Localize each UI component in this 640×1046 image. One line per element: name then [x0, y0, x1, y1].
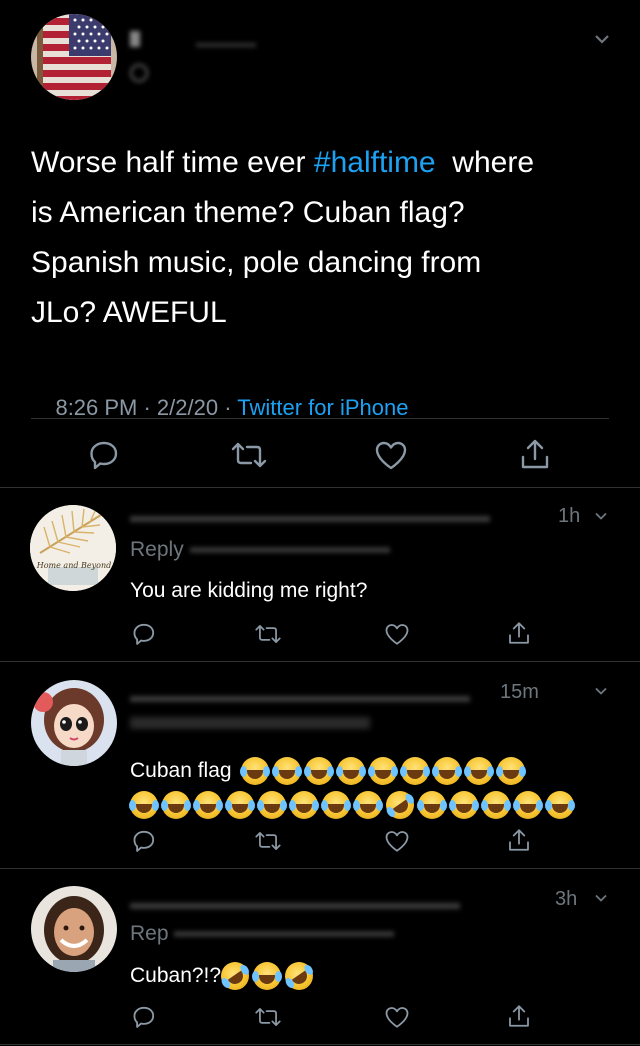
divider: [0, 868, 640, 869]
doll-avatar-image: [31, 680, 117, 766]
reply-time: 3h: [555, 888, 578, 910]
share-icon[interactable]: [507, 1003, 531, 1029]
tweet-text: Worse half time ever #halftime where is …: [31, 138, 621, 338]
joy-emoji-icon: [353, 791, 382, 820]
reply-icon[interactable]: [131, 1004, 157, 1030]
meta-divider: [31, 418, 609, 419]
tweet-text-line3: Spanish music, pole dancing from: [31, 246, 482, 279]
heart-icon[interactable]: [384, 622, 410, 646]
author-avatar[interactable]: [31, 14, 117, 100]
joy-emoji-icon: [257, 791, 286, 820]
woman-avatar-image: [31, 886, 117, 972]
tweet-text-line1-rest: where: [435, 146, 535, 179]
reply-text-value: Cuban?!?: [130, 964, 222, 987]
reply-avatar[interactable]: [31, 886, 117, 972]
joy-emoji-icon: [289, 791, 318, 820]
rofl-emoji-icon: [380, 785, 420, 825]
replying-to: Rep: [130, 922, 395, 946]
reply-avatar[interactable]: [31, 680, 117, 766]
share-icon[interactable]: [507, 827, 531, 853]
retweet-icon[interactable]: [229, 440, 269, 470]
reply-avatar[interactable]: Home and Beyond: [30, 505, 116, 591]
american-flag-avatar-image: [31, 14, 117, 100]
joy-emoji-row-1: [240, 757, 529, 786]
chevron-down-icon[interactable]: [594, 511, 608, 521]
joy-emoji-icon: [225, 791, 254, 820]
joy-emoji-icon: [400, 757, 430, 786]
joy-emoji-icon: [161, 791, 190, 820]
reply-name-redacted: [130, 892, 550, 912]
joy-emoji-icon: [193, 791, 222, 820]
joy-emoji-icon: [449, 791, 478, 820]
reply-text: Cuban flag: [129, 754, 610, 825]
divider: [0, 1044, 640, 1045]
reply-name-redacted: [130, 685, 530, 705]
share-icon[interactable]: [507, 620, 531, 646]
tweet-text-line1: Worse half time ever #halftime where: [31, 138, 621, 188]
chevron-down-icon[interactable]: [594, 33, 610, 45]
joy-emoji-icon: [513, 791, 542, 820]
hashtag-link[interactable]: #halftime: [314, 146, 436, 179]
author-name-redacted: [130, 30, 360, 50]
joy-emoji-icon: [304, 757, 334, 786]
retweet-icon[interactable]: [253, 623, 283, 645]
joy-emoji-icon: [321, 791, 350, 820]
joy-emoji-icon: [252, 962, 282, 991]
rofl-emoji-icon: [279, 956, 319, 996]
joy-emoji-icon: [368, 757, 398, 786]
replying-to-redacted: [130, 717, 370, 729]
heart-icon[interactable]: [384, 1005, 410, 1029]
reply-icon[interactable]: [131, 828, 157, 854]
replying-to-label: Rep: [130, 922, 169, 945]
replying-to-label: Reply: [130, 538, 184, 561]
tweet-text-start: Worse half time ever: [31, 146, 314, 179]
chevron-down-icon[interactable]: [594, 893, 608, 903]
reply-icon[interactable]: [131, 621, 157, 647]
reply-text: You are kidding me right?: [130, 579, 368, 602]
palm-leaf-avatar-image: [30, 505, 116, 591]
joy-emoji-icon: [417, 791, 446, 820]
joy-emoji-icon: [432, 757, 462, 786]
reply-text-value: Cuban flag: [130, 759, 232, 782]
joy-emoji-icon: [272, 757, 302, 786]
reply-icon[interactable]: [87, 438, 121, 472]
retweet-icon[interactable]: [253, 830, 283, 852]
tweet-text-line2: is American theme? Cuban flag?: [31, 196, 465, 229]
reply-text: Cuban?!?: [130, 956, 319, 996]
avatar-caption: Home and Beyond: [36, 561, 112, 570]
joy-emoji-icon: [240, 757, 270, 786]
heart-icon[interactable]: [374, 439, 408, 471]
reply-name-redacted: [130, 505, 550, 525]
divider: [0, 487, 640, 488]
joy-emoji-icon: [496, 757, 526, 786]
tweet-text-line4: JLo? AWEFUL: [31, 296, 227, 329]
divider: [0, 661, 640, 662]
replying-to: Reply: [130, 538, 390, 562]
tweet-timestamp: 8:26 PM · 2/2/20 ·: [55, 395, 238, 420]
tweet-source-link[interactable]: Twitter for iPhone: [237, 395, 408, 420]
reply-time: 1h: [558, 505, 581, 527]
chevron-down-icon[interactable]: [594, 686, 608, 696]
joy-emoji-icon: [336, 757, 366, 786]
author-handle-redacted: [130, 64, 250, 82]
joy-emoji-icon: [464, 757, 494, 786]
joy-emoji-row-2: [129, 785, 610, 825]
joy-emoji-icon: [481, 791, 510, 820]
heart-icon[interactable]: [384, 829, 410, 853]
joy-emoji-icon: [545, 791, 574, 820]
rofl-emoji-icon: [215, 956, 255, 996]
joy-emoji-icon: [129, 791, 158, 820]
reply-time: 15m: [500, 681, 539, 703]
retweet-icon[interactable]: [253, 1006, 283, 1028]
tweet-meta: 8:26 PM · 2/2/20 · Twitter for iPhone: [31, 369, 408, 447]
share-icon[interactable]: [519, 437, 551, 471]
